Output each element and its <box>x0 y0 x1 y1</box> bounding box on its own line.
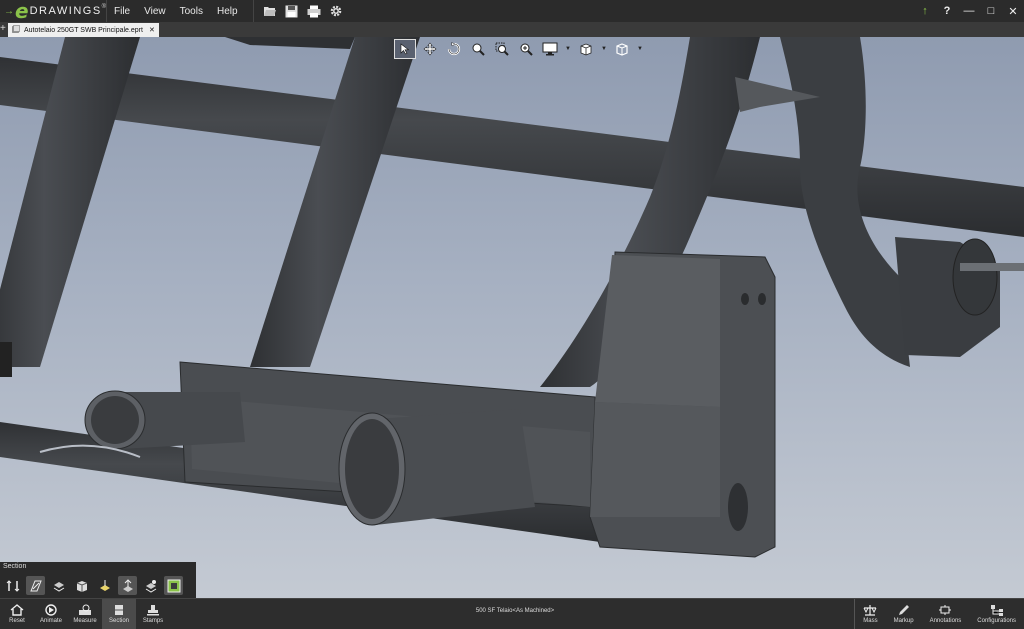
cap-section-icon[interactable] <box>164 576 183 595</box>
visibility-icon[interactable] <box>612 40 632 58</box>
mass-label: Mass <box>863 618 878 624</box>
mounting-block-top-face <box>595 255 720 407</box>
section-label: Section <box>108 618 129 624</box>
tab-close-icon[interactable]: ✕ <box>149 26 155 34</box>
document-tab-label: Autotelaio 250GT SWB Principale.eprt <box>24 26 143 34</box>
section-panel-title: Section <box>3 563 27 570</box>
logo-arrow-icon: → <box>4 5 14 17</box>
home-icon <box>10 604 24 616</box>
section-z-icon[interactable] <box>118 576 137 595</box>
view-orientation-icon[interactable] <box>576 40 596 58</box>
chassis-model[interactable] <box>0 37 1024 598</box>
section-y-icon[interactable] <box>95 576 114 595</box>
section-icon <box>115 605 123 615</box>
annotations-label: Annotations <box>929 618 962 624</box>
display-style-dropdown-icon[interactable]: ▼ <box>564 46 572 52</box>
left-bracket-stub <box>0 342 12 377</box>
menu-help[interactable]: Help <box>210 6 245 17</box>
section-plane-icon[interactable] <box>26 576 45 595</box>
select-icon[interactable] <box>394 39 416 59</box>
pan-icon[interactable] <box>420 40 440 58</box>
mass-icon <box>863 605 877 616</box>
open-icon[interactable] <box>262 3 278 19</box>
stamps-label: Stamps <box>142 618 164 624</box>
menu-bar: File View Tools Help <box>107 6 245 17</box>
new-tab-icon[interactable]: + <box>0 24 6 34</box>
print-icon[interactable] <box>306 3 322 19</box>
mounting-block-front-face <box>590 402 720 517</box>
maximize-button[interactable]: □ <box>980 0 1002 22</box>
bottom-toolbar: Reset Animate Measure Section Stamps 500… <box>0 598 1024 629</box>
menu-tools[interactable]: Tools <box>173 6 210 17</box>
animate-icon <box>45 604 57 616</box>
annotations-button[interactable]: Annotations <box>922 599 970 629</box>
view-toolbar: ▼ ▼ ▼ <box>394 39 644 59</box>
markup-label: Markup <box>893 618 914 624</box>
zoom-icon[interactable] <box>516 40 536 58</box>
document-tab[interactable]: Autotelaio 250GT SWB Principale.eprt ✕ <box>8 23 159 37</box>
section-offset-icon[interactable] <box>141 576 160 595</box>
window-controls: ↑ ? — □ ✕ <box>914 0 1024 22</box>
rotate-icon[interactable] <box>444 40 464 58</box>
part-icon <box>12 25 20 35</box>
help-icon[interactable]: ? <box>936 0 958 22</box>
document-tab-bar: + Autotelaio 250GT SWB Principale.eprt ✕ <box>0 22 1024 38</box>
menu-file[interactable]: File <box>107 6 137 17</box>
animate-button[interactable]: Animate <box>34 599 68 629</box>
model-viewport[interactable]: ▼ ▼ ▼ <box>0 37 1024 598</box>
measure-label: Measure <box>73 618 97 624</box>
bottom-left-tools: Reset Animate Measure Section Stamps <box>0 599 170 629</box>
mass-button[interactable]: Mass <box>855 599 885 629</box>
reset-label: Reset <box>9 618 25 624</box>
minimize-button[interactable]: — <box>958 0 980 22</box>
logo-word: DRAWINGS <box>29 5 102 17</box>
animate-label: Animate <box>39 618 62 624</box>
save-icon[interactable] <box>284 3 300 19</box>
configurations-icon <box>990 605 1003 616</box>
annotations-icon <box>939 605 952 615</box>
visibility-dropdown-icon[interactable]: ▼ <box>636 46 644 52</box>
quick-toolbar <box>252 0 344 22</box>
close-button[interactable]: ✕ <box>1002 0 1024 22</box>
section-toolbar <box>3 576 183 595</box>
zoom-to-area-icon[interactable] <box>492 40 512 58</box>
menu-view[interactable]: View <box>137 6 173 17</box>
upgrade-icon[interactable]: ↑ <box>914 0 936 22</box>
diagonal-tube-center <box>250 37 420 367</box>
flip-section-icon[interactable] <box>3 576 22 595</box>
axle-rod <box>960 263 1024 271</box>
section-panel: Section <box>0 562 196 598</box>
title-bar: → e DRAWINGS ® File View Tools Help ↑ ? … <box>0 0 1024 22</box>
section-x-icon[interactable] <box>49 576 68 595</box>
settings-icon[interactable] <box>328 3 344 19</box>
section-button[interactable]: Section <box>102 599 136 629</box>
top-plate <box>225 37 355 49</box>
zoom-to-fit-icon[interactable] <box>468 40 488 58</box>
markup-icon <box>898 605 909 615</box>
measure-icon <box>79 604 91 615</box>
display-style-icon[interactable] <box>540 40 560 58</box>
stamps-icon <box>147 605 159 616</box>
markup-button[interactable]: Markup <box>886 599 922 629</box>
logo-registered-mark: ® <box>101 4 107 10</box>
measure-button[interactable]: Measure <box>68 599 102 629</box>
logo-e: e <box>15 0 29 23</box>
edrawings-logo: → e DRAWINGS ® <box>0 0 107 22</box>
stamps-button[interactable]: Stamps <box>136 599 170 629</box>
upper-rail-tube <box>0 57 1024 237</box>
bottom-right-tools: Mass Markup Annotations Configurations <box>854 599 1024 629</box>
configurations-label: Configurations <box>977 618 1016 624</box>
configurations-button[interactable]: Configurations <box>969 599 1024 629</box>
section-cube-icon[interactable] <box>72 576 91 595</box>
configuration-status: 500 SF Telaio<As Machined> <box>475 608 555 614</box>
reset-button[interactable]: Reset <box>0 599 34 629</box>
view-orientation-dropdown-icon[interactable]: ▼ <box>600 46 608 52</box>
